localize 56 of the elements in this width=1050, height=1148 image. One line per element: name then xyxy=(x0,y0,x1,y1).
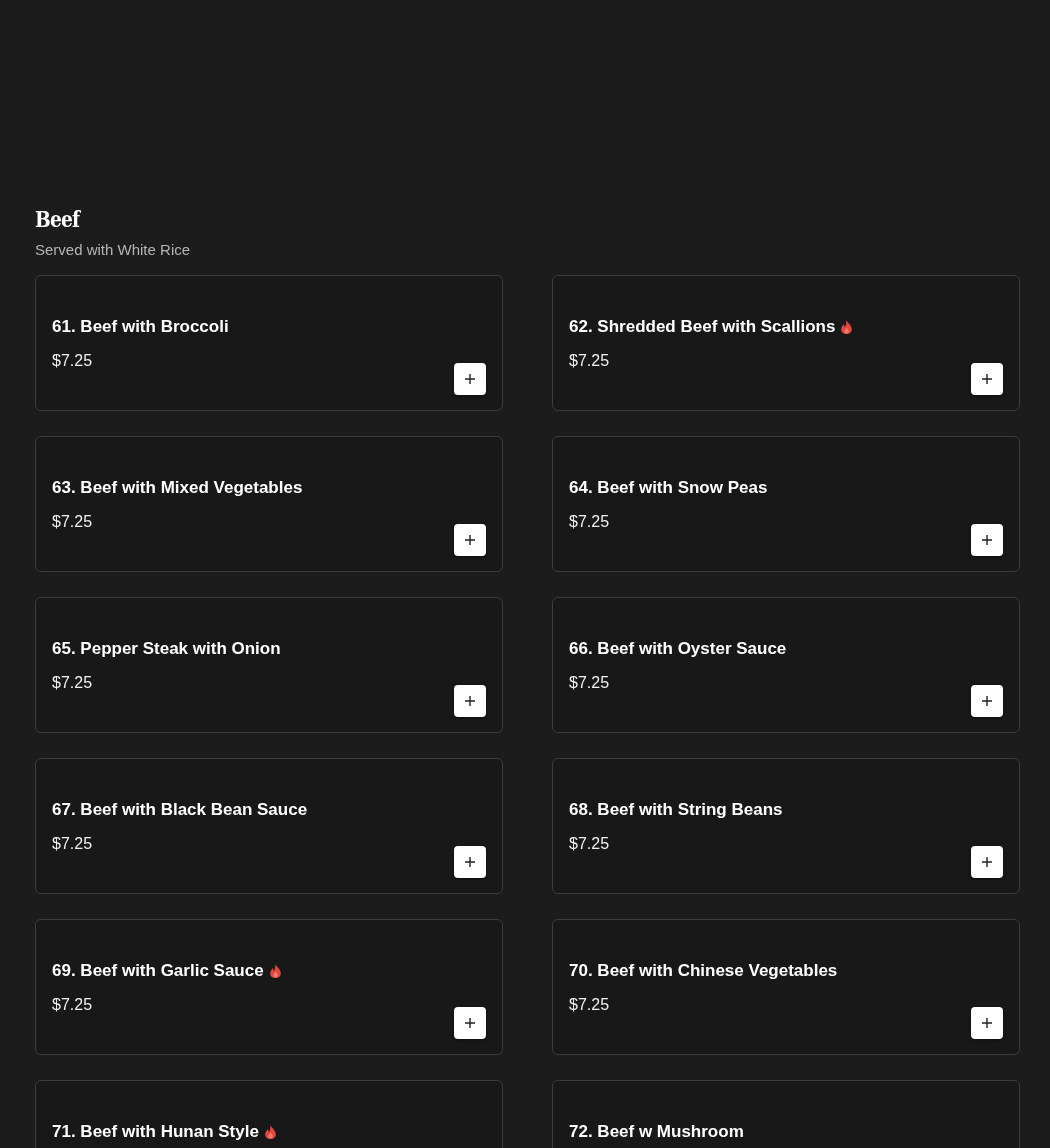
item-name: 63. Beef with Mixed Vegetables xyxy=(52,477,303,499)
add-button[interactable] xyxy=(971,1007,1003,1039)
item-price: $7.25 xyxy=(52,834,93,854)
menu-item-card[interactable]: 68. Beef with String Beans $7.25 xyxy=(552,758,1020,894)
add-button[interactable] xyxy=(454,1007,486,1039)
menu-item-card[interactable]: 65. Pepper Steak with Onion $7.25 xyxy=(35,597,503,733)
menu-item-card[interactable]: 63. Beef with Mixed Vegetables $7.25 xyxy=(35,436,503,572)
menu-item-card[interactable]: 66. Beef with Oyster Sauce $7.25 xyxy=(552,597,1020,733)
category-subtitle: Served with White Rice xyxy=(35,240,191,260)
menu-item-card[interactable]: 72. Beef w Mushroom xyxy=(552,1080,1020,1148)
plus-icon xyxy=(465,374,475,384)
add-button[interactable] xyxy=(454,685,486,717)
menu-item-card[interactable]: 71. Beef with Hunan Style xyxy=(35,1080,503,1148)
add-button[interactable] xyxy=(971,524,1003,556)
item-price: $7.25 xyxy=(569,995,610,1015)
item-price: $7.25 xyxy=(52,673,93,693)
menu-item-card[interactable]: 64. Beef with Snow Peas $7.25 xyxy=(552,436,1020,572)
item-name: 61. Beef with Broccoli xyxy=(52,316,229,338)
plus-icon xyxy=(982,374,992,384)
item-price: $7.25 xyxy=(52,351,93,371)
plus-icon xyxy=(982,1018,992,1028)
item-name: 62. Shredded Beef with Scallions xyxy=(569,316,836,338)
item-name: 68. Beef with String Beans xyxy=(569,799,783,821)
plus-icon xyxy=(465,1018,475,1028)
add-button[interactable] xyxy=(454,363,486,395)
item-name: 69. Beef with Garlic Sauce xyxy=(52,960,264,982)
add-button[interactable] xyxy=(971,846,1003,878)
plus-icon xyxy=(982,857,992,867)
plus-icon xyxy=(982,696,992,706)
item-name: 66. Beef with Oyster Sauce xyxy=(569,638,787,660)
item-price: $7.25 xyxy=(569,834,610,854)
add-button[interactable] xyxy=(971,685,1003,717)
item-name: 67. Beef with Black Bean Sauce xyxy=(52,799,308,821)
item-name: 65. Pepper Steak with Onion xyxy=(52,638,281,660)
menu-item-card[interactable]: 62. Shredded Beef with Scallions $7.25 xyxy=(552,275,1020,411)
add-button[interactable] xyxy=(454,846,486,878)
item-price: $7.25 xyxy=(569,512,610,532)
item-name: 71. Beef with Hunan Style xyxy=(52,1121,259,1143)
plus-icon xyxy=(982,535,992,545)
category-title: Beef xyxy=(35,205,80,233)
menu-item-card[interactable]: 67. Beef with Black Bean Sauce $7.25 xyxy=(35,758,503,894)
item-price: $7.25 xyxy=(569,673,610,693)
item-name: 72. Beef w Mushroom xyxy=(569,1121,744,1143)
item-name: 64. Beef with Snow Peas xyxy=(569,477,768,499)
plus-icon xyxy=(465,535,475,545)
menu-item-card[interactable]: 70. Beef with Chinese Vegetables $7.25 xyxy=(552,919,1020,1055)
menu-item-card[interactable]: 69. Beef with Garlic Sauce $7.25 xyxy=(35,919,503,1055)
menu-item-card[interactable]: 61. Beef with Broccoli $7.25 xyxy=(35,275,503,411)
item-price: $7.25 xyxy=(52,512,93,532)
item-name: 70. Beef with Chinese Vegetables xyxy=(569,960,838,982)
item-price: $7.25 xyxy=(52,995,93,1015)
plus-icon xyxy=(465,857,475,867)
add-button[interactable] xyxy=(971,363,1003,395)
item-price: $7.25 xyxy=(569,351,610,371)
add-button[interactable] xyxy=(454,524,486,556)
plus-icon xyxy=(465,696,475,706)
